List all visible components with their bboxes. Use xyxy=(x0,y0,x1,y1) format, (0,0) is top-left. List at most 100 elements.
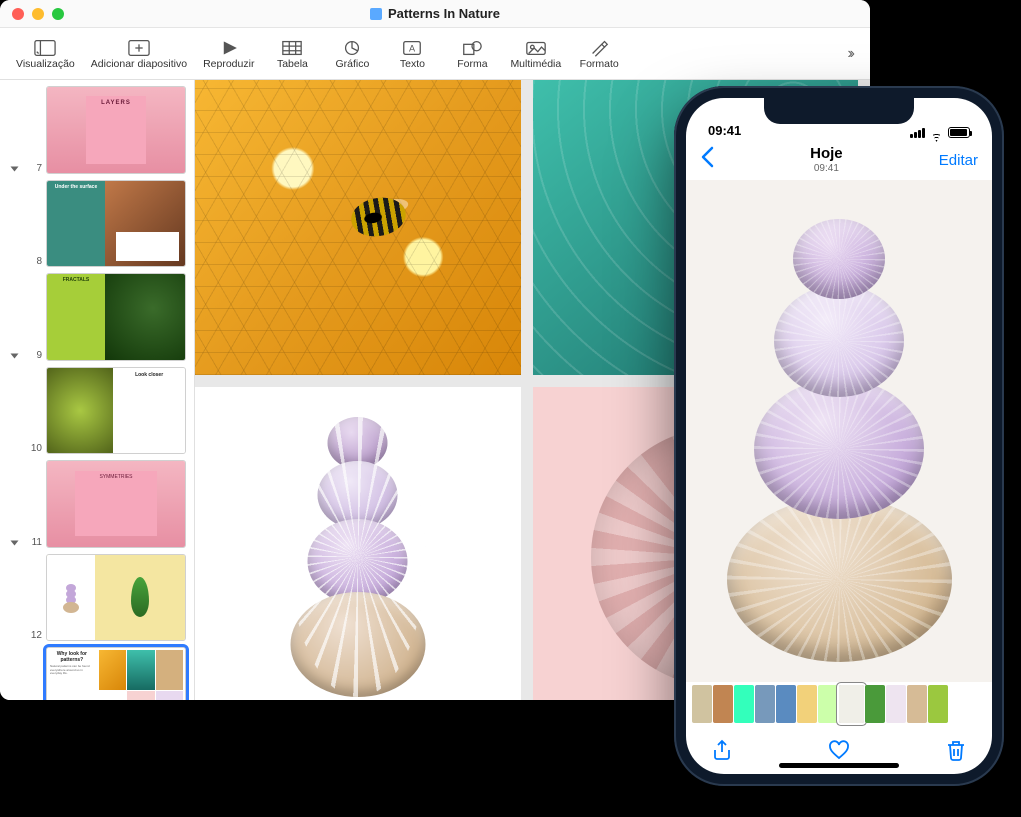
toolbar-play-button[interactable]: Reproduzir xyxy=(197,36,260,72)
thumbstrip-item[interactable] xyxy=(692,685,712,723)
thumbstrip-item[interactable] xyxy=(776,685,796,723)
disclosure-triangle-icon[interactable] xyxy=(11,538,21,548)
format-icon xyxy=(587,38,611,58)
canvas-image-urchins[interactable] xyxy=(195,387,521,700)
toolbar-shape-button[interactable]: Forma xyxy=(444,36,500,72)
thumbstrip-item[interactable] xyxy=(713,685,733,723)
photo-urchin-stack xyxy=(727,219,952,662)
slide-thumbnail-preview: Under the surface xyxy=(47,181,185,267)
slide-thumbnail-row: 12 xyxy=(4,554,194,642)
slide-thumbnail[interactable]: SYMMETRIES xyxy=(46,460,186,548)
back-button[interactable] xyxy=(700,146,714,174)
edit-button[interactable]: Editar xyxy=(939,152,978,169)
slide-thumbnail[interactable] xyxy=(46,554,186,642)
photo-thumbstrip[interactable] xyxy=(686,682,992,726)
thumbstrip-item[interactable] xyxy=(818,685,838,723)
slide-thumbnail-preview: LAYERS xyxy=(47,87,185,173)
slide-thumbnail[interactable]: FRACTALS xyxy=(46,273,186,361)
toolbar-view-button[interactable]: Visualização xyxy=(10,36,81,72)
slide-navigator[interactable]: 7LAYERS 8 Under the surface9FRACTALS 10 Look… xyxy=(0,80,195,700)
zoom-window-button[interactable] xyxy=(52,8,64,20)
toolbar-add-slide-label: Adicionar diapositivo xyxy=(91,58,187,70)
toolbar-view-label: Visualização xyxy=(16,58,75,70)
canvas-image-honeycomb[interactable] xyxy=(195,80,521,375)
toolbar-chart-label: Gráfico xyxy=(336,58,370,70)
thumbstrip-item[interactable] xyxy=(886,685,906,723)
slide-thumbnail[interactable]: LAYERS xyxy=(46,86,186,174)
photo-viewer[interactable] xyxy=(686,180,992,682)
thumbstrip-item[interactable] xyxy=(907,685,927,723)
window-title: Patterns In Nature xyxy=(0,6,870,21)
toolbar-format-button[interactable]: Formato xyxy=(571,36,627,72)
slide-number: 10 xyxy=(28,443,42,454)
status-time: 09:41 xyxy=(708,123,741,138)
disclosure-gutter[interactable] xyxy=(4,351,28,361)
media-icon xyxy=(524,38,548,58)
slide-number: 12 xyxy=(28,630,42,641)
toolbar-media-label: Multimédia xyxy=(510,58,561,70)
navbar-title: Hoje xyxy=(810,146,843,163)
toolbar-add-slide-button[interactable]: Adicionar diapositivo xyxy=(85,36,193,72)
trash-button[interactable] xyxy=(944,738,968,762)
thumbstrip-item[interactable] xyxy=(928,685,948,723)
minimize-window-button[interactable] xyxy=(32,8,44,20)
toolbar-format-label: Formato xyxy=(580,58,619,70)
slide-thumbnail-row: 11 SYMMETRIES xyxy=(4,460,194,548)
iphone-screen: 09:41 Hoje 09:41 Editar xyxy=(686,98,992,774)
toolbar-chart-button[interactable]: Gráfico xyxy=(324,36,380,72)
toolbar-table-button[interactable]: Tabela xyxy=(264,36,320,72)
disclosure-triangle-icon[interactable] xyxy=(11,164,21,174)
slide-thumbnail-preview: Look closer xyxy=(47,368,185,454)
disclosure-gutter[interactable] xyxy=(4,164,28,174)
iphone-device: 09:41 Hoje 09:41 Editar xyxy=(674,86,1004,786)
disclosure-triangle-icon[interactable] xyxy=(11,351,21,361)
slide-number: 11 xyxy=(28,537,42,548)
navbar-subtitle: 09:41 xyxy=(810,163,843,174)
thumbstrip-item[interactable] xyxy=(865,685,885,723)
share-button[interactable] xyxy=(710,738,734,762)
thumbstrip-item[interactable] xyxy=(734,685,754,723)
slide-thumbnail-row: 8 Under the surface xyxy=(4,180,194,268)
photos-navbar: Hoje 09:41 Editar xyxy=(686,140,992,180)
window-controls xyxy=(12,8,64,20)
slide-thumbnail-row: 10 Look closer xyxy=(4,367,194,455)
slide-thumbnail[interactable]: Why look for patterns?Natural patterns c… xyxy=(46,647,186,700)
text-icon: A xyxy=(400,38,424,58)
toolbar-shape-label: Forma xyxy=(457,58,487,70)
slide-thumbnail-row: 13Why look for patterns?Natural patterns… xyxy=(4,647,194,700)
toolbar-media-button[interactable]: Multimédia xyxy=(504,36,567,72)
disclosure-gutter[interactable] xyxy=(4,538,28,548)
slide-thumbnail[interactable]: Under the surface xyxy=(46,180,186,268)
slide-thumbnail-row: 7LAYERS xyxy=(4,86,194,174)
toolbar-overflow-button[interactable]: ›› xyxy=(839,45,860,63)
toolbar-text-label: Texto xyxy=(400,58,425,70)
slide-thumbnail-row: 9FRACTALS xyxy=(4,273,194,361)
chart-icon xyxy=(340,38,364,58)
slide-number: 8 xyxy=(28,256,42,267)
shape-icon xyxy=(460,38,484,58)
close-window-button[interactable] xyxy=(12,8,24,20)
slide-thumbnail-preview xyxy=(47,555,185,641)
toolbar-play-label: Reproduzir xyxy=(203,58,254,70)
slide-thumbnail-preview: FRACTALS xyxy=(47,274,185,360)
slide-thumbnail-preview: SYMMETRIES xyxy=(47,461,185,547)
toolbar-table-label: Tabela xyxy=(277,58,308,70)
slide-thumbnail[interactable]: Look closer xyxy=(46,367,186,455)
thumbstrip-item[interactable] xyxy=(797,685,817,723)
view-icon xyxy=(33,38,57,58)
status-icons xyxy=(910,127,970,138)
home-indicator[interactable] xyxy=(779,763,899,768)
svg-text:A: A xyxy=(409,43,416,53)
notch xyxy=(764,98,914,124)
battery-icon xyxy=(948,127,970,138)
wifi-icon xyxy=(929,127,944,138)
toolbar: Visualização Adicionar diapositivo Repro… xyxy=(0,28,870,80)
toolbar-text-button[interactable]: A Texto xyxy=(384,36,440,72)
document-title: Patterns In Nature xyxy=(388,6,500,21)
thumbstrip-item[interactable] xyxy=(839,685,864,723)
play-icon xyxy=(217,38,241,58)
favorite-button[interactable] xyxy=(827,738,851,762)
slide-thumbnail-preview: Why look for patterns?Natural patterns c… xyxy=(47,648,185,700)
thumbstrip-item[interactable] xyxy=(755,685,775,723)
table-icon xyxy=(280,38,304,58)
